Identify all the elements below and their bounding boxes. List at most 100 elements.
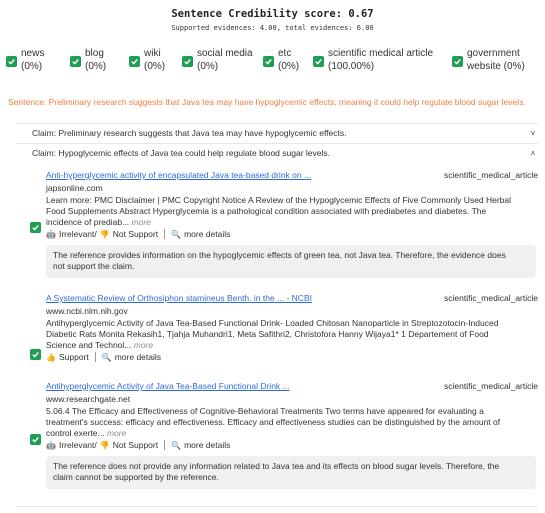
more-link[interactable]: more [132, 217, 151, 227]
filter-label: news [21, 48, 45, 59]
chevron-up-icon[interactable]: ˄ [528, 149, 538, 158]
filter-label: social media [197, 48, 253, 59]
more-details-button[interactable]: more details [184, 440, 230, 450]
filter-pct: (0%) [278, 61, 300, 72]
filter-government[interactable]: government website (0%) [452, 47, 525, 73]
divider [16, 123, 538, 124]
check-icon [454, 59, 461, 65]
evidence-title-link[interactable]: A Systematic Review of Orthosiphon stami… [46, 293, 312, 303]
irrelevant-icon: 🤖 [46, 229, 56, 239]
source-type-filters: news (0%) blog (0%) wiki (0%) social media (… [6, 47, 539, 87]
checkbox-government[interactable] [452, 56, 463, 67]
explanation-line: claim cannot be supported by the referen… [53, 472, 219, 482]
checkbox-wiki[interactable] [129, 56, 140, 67]
explanation-box: The reference provides information on th… [46, 245, 536, 277]
check-icon [8, 59, 15, 65]
claim-text: Claim: Hypoglycemic effects of Java tea … [32, 148, 330, 158]
thumbs-down-icon: 👎 [99, 229, 110, 239]
claim-text: Claim: Preliminary research suggests tha… [32, 128, 347, 138]
check-icon [32, 352, 39, 358]
snippet-line: Learn more: PMC Disclaimer | PMC Copyrig… [46, 195, 511, 205]
claim-row-1[interactable]: Claim: Preliminary research suggests tha… [32, 126, 538, 140]
explanation-line: not support the claim. [53, 261, 135, 271]
check-icon [72, 59, 79, 65]
filter-blog[interactable]: blog (0%) [70, 47, 106, 73]
filter-label: government [467, 48, 520, 59]
more-link[interactable]: more [107, 428, 126, 438]
stance-label: Not Support [112, 229, 159, 239]
stance-label: Not Support [112, 440, 159, 450]
checkbox-social-media[interactable] [182, 56, 193, 67]
source-domain: www.researchgate.net [46, 394, 131, 404]
checkbox-blog[interactable] [70, 56, 81, 67]
filter-scientific-medical-article[interactable]: scientific medical article (100.00%) [313, 47, 433, 73]
source-type: scientific_medical_article [443, 381, 538, 391]
source-type: scientific_medical_article [443, 170, 538, 180]
filter-pct: (0%) [144, 61, 166, 72]
checkbox-scientific-medical-article[interactable] [313, 56, 324, 67]
evidence-checkbox-2[interactable] [30, 349, 41, 360]
explanation-line: The reference does not provide any infor… [53, 461, 500, 471]
more-link[interactable]: more [134, 340, 153, 350]
snippet-line: Diabetic Rats Monita Rekasih1, Tjahja Mu… [46, 329, 489, 339]
irrelevant-icon: 🤖 [46, 440, 56, 450]
thumbs-down-icon: 👎 [99, 440, 110, 450]
filter-pct: (0%) [85, 61, 107, 72]
snippet-line: Food Supplements Abstract Hyperglycemia … [46, 206, 487, 216]
filter-label: scientific medical article [328, 48, 434, 59]
evidence-actions: 👍 Support 🔍 more details [46, 352, 161, 362]
evidence-actions: 🤖 Irrelevant/ 👎 Not Support 🔍 more detai… [46, 440, 230, 450]
filter-pct: (100.00%) [328, 61, 375, 72]
irrelevant-label: Irrelevant/ [58, 229, 97, 239]
filter-wiki[interactable]: wiki (0%) [129, 47, 165, 73]
filter-label: blog [85, 48, 104, 59]
evidence-checkbox-3[interactable] [30, 434, 41, 445]
source-domain: www.ncbi.nlm.nih.gov [46, 306, 128, 316]
evidence-card-2: A Systematic Review of Orthosiphon stami… [46, 293, 538, 373]
separator [164, 440, 166, 450]
snippet-line: incidence of prediab... [46, 217, 130, 227]
filter-label: wiki [144, 48, 161, 59]
snippet-line: Science and Technol... [46, 340, 132, 350]
filter-social-media[interactable]: social media (0%) [182, 47, 253, 73]
filter-news[interactable]: news (0%) [6, 47, 44, 73]
explanation-line: The reference provides information on th… [53, 250, 506, 260]
filter-label: etc [278, 48, 292, 59]
magnifier-icon: 🔍 [171, 229, 182, 239]
sentence-text: Sentence: Preliminary research suggests … [8, 97, 526, 107]
evidence-actions: 🤖 Irrelevant/ 👎 Not Support 🔍 more detai… [46, 229, 230, 239]
filter-pct: (0%) [21, 61, 43, 72]
snippet-line: control exerte... [46, 428, 105, 438]
evidence-summary: Supported evidences: 4.00, total evidenc… [171, 24, 374, 32]
filter-pct: (0%) [197, 61, 219, 72]
divider [16, 143, 538, 144]
evidence-card-3: Antihyperglycemic Activity of Java Tea-B… [46, 381, 538, 461]
source-type: scientific_medical_article [443, 293, 538, 303]
thumbs-up-icon: 👍 [46, 352, 56, 362]
snippet-line: 5.06.4 The Efficacy and Effectiveness of… [46, 406, 484, 416]
snippet-line: treatment's success: efficacy and effect… [46, 417, 501, 427]
evidence-title-link[interactable]: Anti-hyperglycemic activity of encapsula… [46, 170, 311, 180]
check-icon [32, 437, 39, 443]
evidence-title-link[interactable]: Antihyperglycemic Activity of Java Tea-B… [46, 381, 290, 391]
checkbox-news[interactable] [6, 56, 17, 67]
check-icon [184, 59, 191, 65]
irrelevant-label: Irrelevant/ [58, 440, 97, 450]
divider [16, 506, 538, 507]
check-icon [315, 59, 322, 65]
separator [164, 229, 166, 239]
check-icon [131, 59, 138, 65]
claim-row-2[interactable]: Claim: Hypoglycemic effects of Java tea … [32, 146, 538, 160]
magnifier-icon: 🔍 [101, 352, 112, 362]
explanation-box: The reference does not provide any infor… [46, 456, 536, 488]
check-icon [32, 225, 39, 231]
checkbox-etc[interactable] [263, 56, 274, 67]
evidence-checkbox-1[interactable] [30, 222, 41, 233]
chevron-down-icon[interactable]: ˅ [528, 129, 538, 138]
filter-etc[interactable]: etc (0%) [263, 47, 299, 73]
check-icon [265, 59, 272, 65]
more-details-button[interactable]: more details [184, 229, 230, 239]
more-details-button[interactable]: more details [115, 352, 161, 362]
source-domain: japsonline.com [46, 183, 103, 193]
snippet-line: Antihyperglycemic Activity of Java Tea-B… [46, 318, 499, 328]
